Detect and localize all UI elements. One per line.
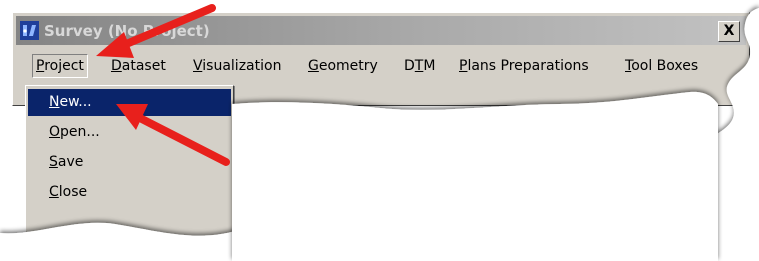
arrow-to-new-item — [116, 104, 230, 166]
screenshot-stage: Survey (No Project) X Project Dataset Vi… — [0, 0, 759, 261]
annotation-arrows — [96, 4, 230, 166]
arrow-to-project-menu — [96, 4, 216, 58]
